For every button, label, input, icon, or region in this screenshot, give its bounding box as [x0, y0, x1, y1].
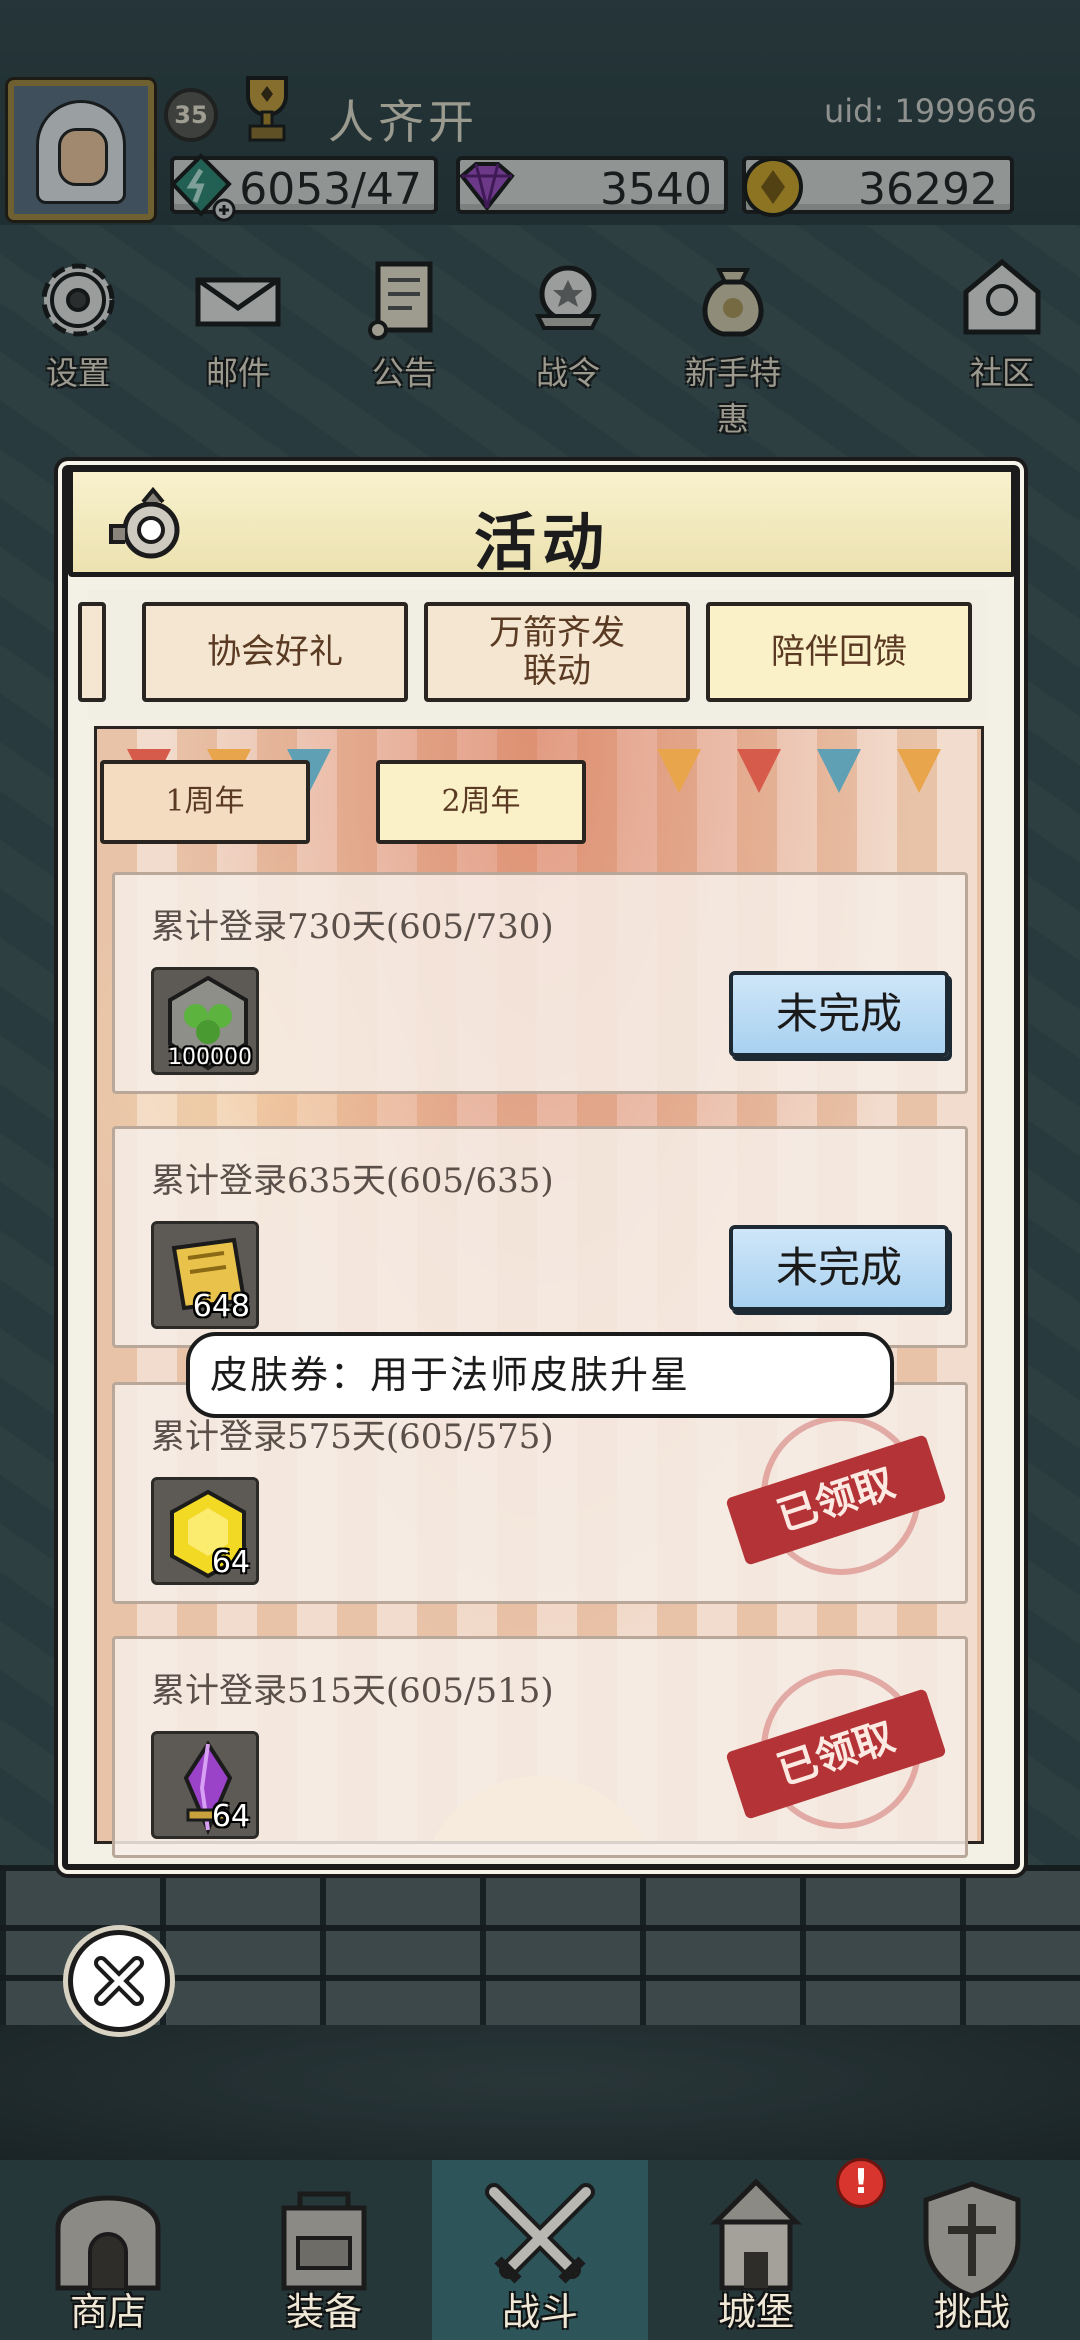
nav-label: 战斗 — [501, 2290, 578, 2334]
nav-equipment[interactable]: 装备 — [216, 2160, 432, 2340]
claimed-stamp: 已领取 — [725, 1415, 947, 1575]
nav-label: 城堡 — [717, 2290, 794, 2334]
tab-label: 协会好礼 — [207, 632, 343, 672]
modal-title-bar: 活动 — [68, 467, 1016, 579]
reward-item[interactable]: 100000 — [151, 967, 259, 1075]
subtab-label: 1周年 — [165, 784, 245, 819]
bottom-nav: 商店 装备 战斗 城堡 挑战 — [0, 2160, 1080, 2340]
subtab-label: 2周年 — [441, 784, 521, 819]
tab-label: 陪伴回馈 — [771, 632, 907, 672]
nav-shop[interactable]: 商店 — [0, 2160, 216, 2340]
list-item: 累计登录730天(605/730) 100000 未完成 — [112, 872, 968, 1094]
tab-guild-gift[interactable]: 协会好礼 — [142, 602, 408, 702]
tab-collab[interactable]: 万箭齐发 联动 — [424, 602, 690, 702]
close-button[interactable] — [68, 1930, 170, 2032]
activity-tabs: 协会好礼 万箭齐发 联动 陪伴回馈 — [78, 590, 988, 720]
incomplete-button[interactable]: 未完成 — [729, 971, 949, 1057]
tab-label: 万箭齐发 联动 — [489, 613, 625, 691]
reward-item[interactable]: 64 — [151, 1477, 259, 1585]
reward-quantity: 64 — [211, 1799, 250, 1834]
tab-previous-partial[interactable] — [78, 602, 106, 702]
list-item: 累计登录635天(605/635) 648 未完成 — [112, 1126, 968, 1348]
reward-item[interactable]: 648 — [151, 1221, 259, 1329]
task-title: 累计登录515天(605/515) — [151, 1671, 554, 1711]
subtab-2nd-anniversary[interactable]: 2周年 — [376, 760, 586, 844]
nav-castle[interactable]: 城堡 — [648, 2160, 864, 2340]
item-tooltip: 皮肤券：用于法师皮肤升星 — [186, 1332, 894, 1418]
nav-label: 挑战 — [933, 2290, 1010, 2334]
nav-label: 装备 — [285, 2290, 362, 2334]
nav-challenge[interactable]: 挑战 — [864, 2160, 1080, 2340]
reward-item[interactable]: 64 — [151, 1731, 259, 1839]
nav-label: 商店 — [69, 2290, 146, 2334]
incomplete-button[interactable]: 未完成 — [729, 1225, 949, 1311]
tab-companion-reward[interactable]: 陪伴回馈 — [706, 602, 972, 702]
close-icon — [94, 1956, 144, 2006]
list-item: 累计登录515天(605/515) 64 已领取 — [112, 1636, 968, 1858]
claimed-stamp: 已领取 — [725, 1669, 947, 1829]
reward-quantity: 100000 — [168, 1045, 252, 1070]
subtab-1st-anniversary[interactable]: 1周年 — [100, 760, 310, 844]
reward-quantity: 64 — [211, 1545, 250, 1580]
castle-alert-badge: ! — [836, 2158, 886, 2208]
task-title: 累计登录730天(605/730) — [151, 907, 554, 947]
nav-battle[interactable]: 战斗 — [432, 2160, 648, 2340]
task-title: 累计登录635天(605/635) — [151, 1161, 554, 1201]
modal-title: 活动 — [473, 506, 610, 579]
reward-quantity: 648 — [192, 1289, 250, 1324]
